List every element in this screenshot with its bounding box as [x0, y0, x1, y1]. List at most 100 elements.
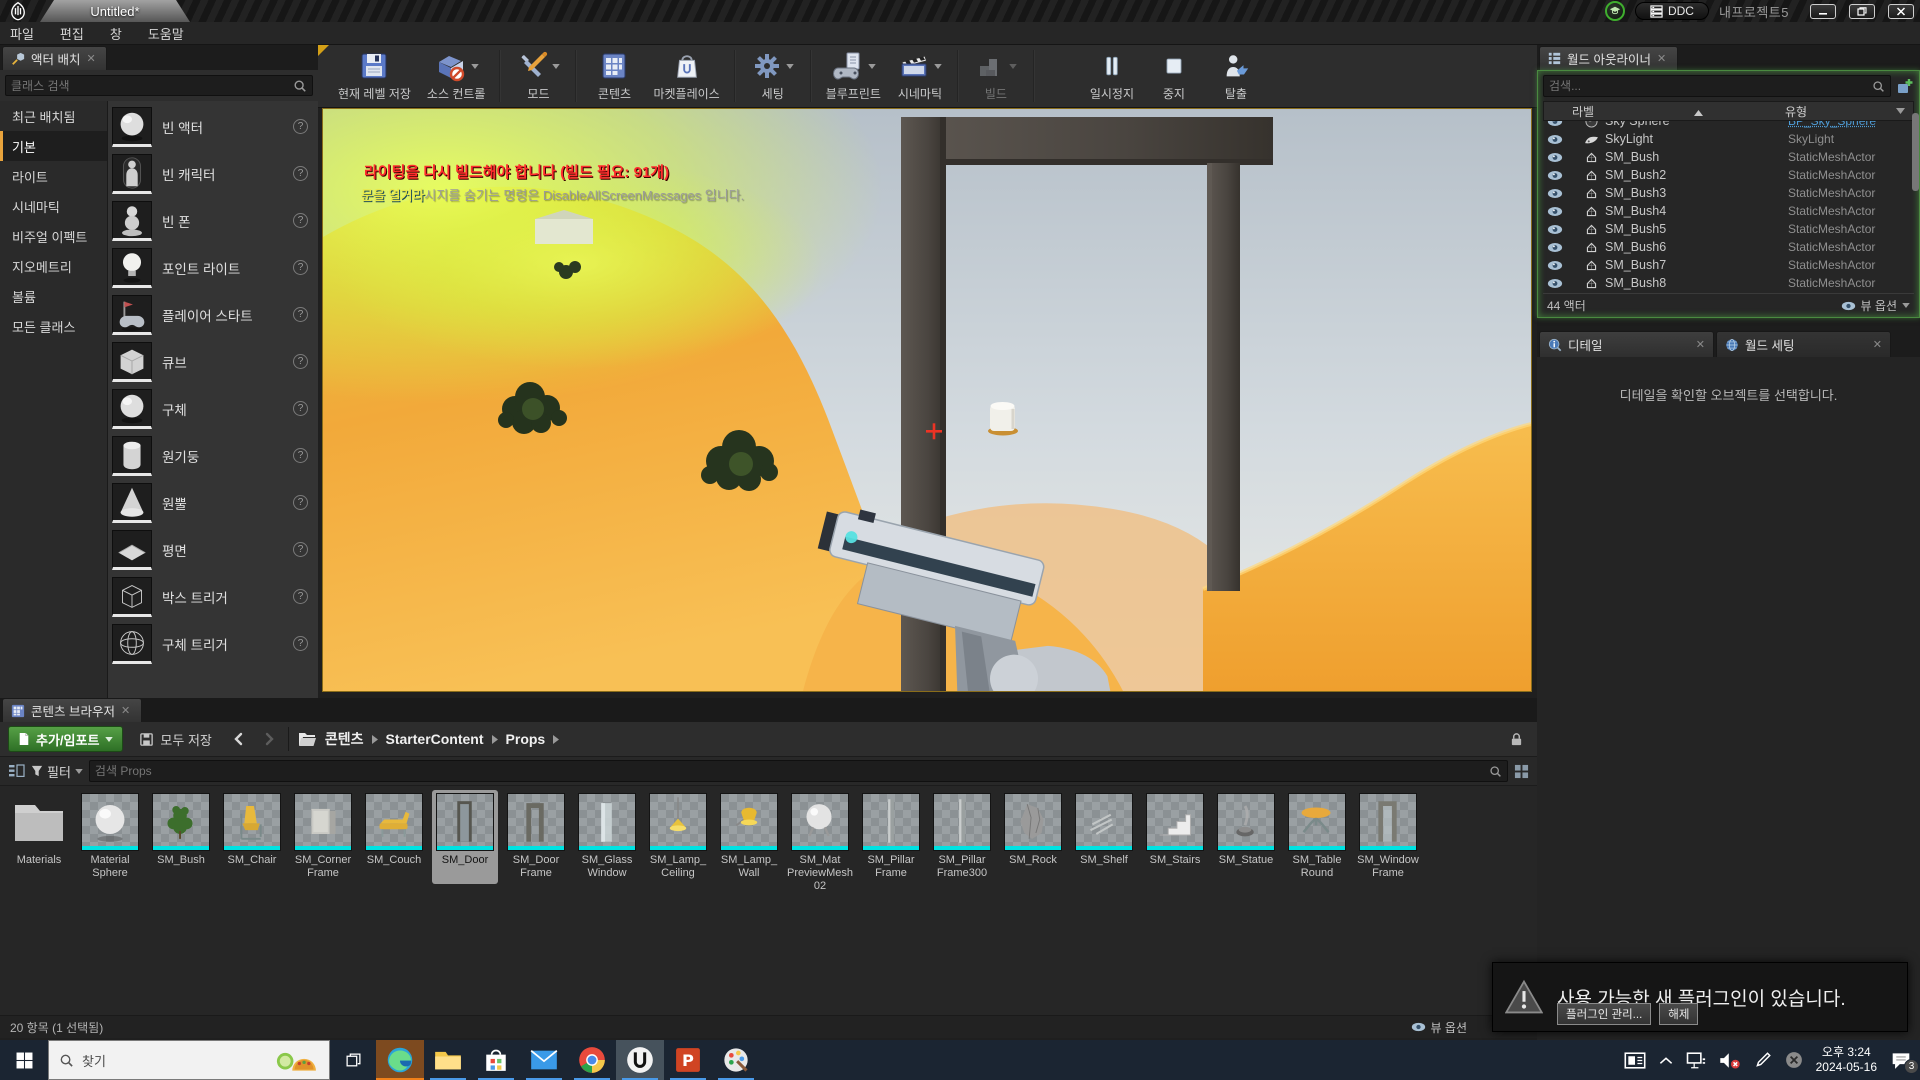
ddc-button[interactable]: DDC	[1635, 2, 1709, 20]
breadcrumb-item[interactable]: StarterContent	[386, 731, 484, 747]
sidebar-category[interactable]: 시네마틱	[0, 191, 107, 221]
help-icon[interactable]: ?	[293, 448, 308, 463]
eye-visibility-icon[interactable]	[1543, 278, 1567, 289]
column-label[interactable]: 라벨	[1544, 103, 1785, 120]
help-icon[interactable]: ?	[293, 307, 308, 322]
outliner-row[interactable]: SkyLight SkyLight	[1543, 130, 1914, 148]
eye-visibility-icon[interactable]	[1543, 134, 1567, 145]
asset-item[interactable]: SM_MatPreviewMesh02	[787, 790, 853, 897]
toolbar-cinematics-button[interactable]: 시네마틱	[889, 47, 951, 105]
outliner-row[interactable]: SM_Bush6 StaticMeshActor	[1543, 238, 1914, 256]
asset-item[interactable]: SM_PillarFrame	[858, 790, 924, 884]
asset-item[interactable]: SM_Shelf	[1071, 790, 1137, 884]
outliner-row[interactable]: SM_Bush2 StaticMeshActor	[1543, 166, 1914, 184]
toolbar-stop-button[interactable]: 중지	[1143, 47, 1205, 105]
place-actor-item[interactable]: 구체 ?	[108, 385, 318, 432]
network-icon[interactable]	[1686, 1052, 1706, 1069]
save-all-button[interactable]: 모두 저장	[131, 726, 219, 752]
eye-visibility-icon[interactable]	[1543, 188, 1567, 199]
taskbar-clock[interactable]: 오후 3:24 2024-05-16	[1816, 1045, 1877, 1075]
level-viewport[interactable]: 라이팅을 다시 빌드해야 합니다 (빌드 필요: 91개) 문을 열거라시지를 …	[322, 108, 1532, 692]
outliner-row[interactable]: Sky Sphere BP_Sky_Sphere	[1543, 121, 1914, 130]
eye-visibility-icon[interactable]	[1543, 224, 1567, 235]
breadcrumb-item[interactable]: Props	[506, 731, 546, 747]
asset-item[interactable]: SM_Door	[432, 790, 498, 884]
close-icon[interactable]: ✕	[121, 704, 133, 717]
menu-item[interactable]: 파일	[10, 24, 34, 43]
outliner-row[interactable]: SM_Bush StaticMeshActor	[1543, 148, 1914, 166]
asset-item[interactable]: SM_Couch	[361, 790, 427, 884]
menu-item[interactable]: 도움말	[148, 24, 184, 43]
toolbar-source-control-button[interactable]: 소스 컨트롤	[419, 47, 494, 105]
minimize-button[interactable]	[1810, 4, 1836, 19]
toolbar-modes-button[interactable]: 모드	[507, 47, 569, 105]
taskbar-search[interactable]: 찾기	[48, 1040, 330, 1080]
sidebar-category[interactable]: 모든 클래스	[0, 311, 107, 341]
asset-item[interactable]: SM_Bush	[148, 790, 214, 884]
place-actor-item[interactable]: 큐브 ?	[108, 338, 318, 385]
taskbar-app-mail[interactable]	[520, 1040, 568, 1080]
add-actor-icon[interactable]	[1896, 78, 1914, 94]
close-icon[interactable]: ✕	[1696, 338, 1705, 351]
help-icon[interactable]: ?	[293, 119, 308, 134]
asset-item[interactable]: SM_Chair	[219, 790, 285, 884]
sidebar-category[interactable]: 볼륨	[0, 281, 107, 311]
asset-item[interactable]: SM_PillarFrame300	[929, 790, 995, 884]
tab-world-settings[interactable]: 월드 세팅 ✕	[1716, 331, 1891, 357]
help-icon[interactable]: ?	[293, 354, 308, 369]
pen-icon[interactable]	[1754, 1051, 1772, 1069]
place-actor-item[interactable]: 박스 트리거 ?	[108, 573, 318, 620]
tab-details[interactable]: 디테일 ✕	[1539, 331, 1714, 357]
action-center-icon[interactable]: 3	[1890, 1051, 1912, 1070]
outliner-row[interactable]: SM_Bush7 StaticMeshActor	[1543, 256, 1914, 274]
eye-visibility-icon[interactable]	[1543, 170, 1567, 181]
class-search-input[interactable]	[11, 79, 293, 93]
eye-visibility-icon[interactable]	[1543, 152, 1567, 163]
asset-item[interactable]: SM_Stairs	[1142, 790, 1208, 884]
sidebar-category[interactable]: 비주얼 이펙트	[0, 221, 107, 251]
toolbar-save-button[interactable]: 현재 레벨 저장	[330, 47, 419, 105]
eye-visibility-icon[interactable]	[1543, 242, 1567, 253]
content-view-options[interactable]: 뷰 옵션	[1411, 1019, 1467, 1036]
outliner-row[interactable]: SM_Bush8 StaticMeshActor	[1543, 274, 1914, 292]
asset-item[interactable]: SM_GlassWindow	[574, 790, 640, 884]
dismiss-button[interactable]: 해제	[1659, 1003, 1698, 1025]
help-icon[interactable]: ?	[293, 213, 308, 228]
asset-search-input[interactable]	[95, 764, 1489, 778]
place-actor-item[interactable]: 평면 ?	[108, 526, 318, 573]
asset-item[interactable]: SM_Lamp_Ceiling	[645, 790, 711, 884]
place-actor-item[interactable]: 포인트 라이트 ?	[108, 244, 318, 291]
sidebar-category[interactable]: 라이트	[0, 161, 107, 191]
place-actor-item[interactable]: 원뿔 ?	[108, 479, 318, 526]
eye-visibility-icon[interactable]	[1543, 121, 1567, 127]
asset-item[interactable]: MaterialSphere	[77, 790, 143, 884]
outliner-view-options[interactable]: 뷰 옵션	[1841, 297, 1910, 314]
taskbar-app-store[interactable]	[472, 1040, 520, 1080]
chevron-up-icon[interactable]	[1659, 1056, 1673, 1065]
outliner-search-input[interactable]	[1549, 79, 1872, 93]
asset-item[interactable]: SM_DoorFrame	[503, 790, 569, 884]
asset-item[interactable]: SM_Lamp_Wall	[716, 790, 782, 884]
volume-muted-icon[interactable]	[1719, 1052, 1741, 1069]
outliner-row[interactable]: SM_Bush4 StaticMeshActor	[1543, 202, 1914, 220]
asset-item[interactable]: SM_Rock	[1000, 790, 1066, 884]
filter-button[interactable]: 필터	[31, 762, 83, 781]
toolbar-eject-button[interactable]: 탈출	[1205, 47, 1267, 105]
asset-item[interactable]: SM_Statue	[1213, 790, 1279, 884]
asset-item[interactable]: Materials	[6, 790, 72, 884]
task-view-button[interactable]	[330, 1040, 376, 1080]
help-icon[interactable]: ?	[293, 401, 308, 416]
breadcrumb-item[interactable]: 콘텐츠	[325, 729, 364, 749]
toolbar-marketplace-button[interactable]: 마켓플레이스	[645, 47, 727, 105]
taskbar-app-edge[interactable]	[376, 1040, 424, 1080]
restore-button[interactable]	[1849, 4, 1875, 19]
view-settings-icon[interactable]	[1514, 764, 1529, 779]
help-icon[interactable]: ?	[293, 589, 308, 604]
toolbar-content-button[interactable]: 콘텐츠	[583, 47, 645, 105]
column-type[interactable]: 유형	[1785, 103, 1913, 120]
place-actor-item[interactable]: 빈 액터 ?	[108, 103, 318, 150]
close-button[interactable]	[1888, 4, 1914, 19]
taskbar-app-chrome[interactable]	[568, 1040, 616, 1080]
ime-board-icon[interactable]	[1624, 1052, 1646, 1069]
sidebar-category[interactable]: 기본	[0, 131, 107, 161]
